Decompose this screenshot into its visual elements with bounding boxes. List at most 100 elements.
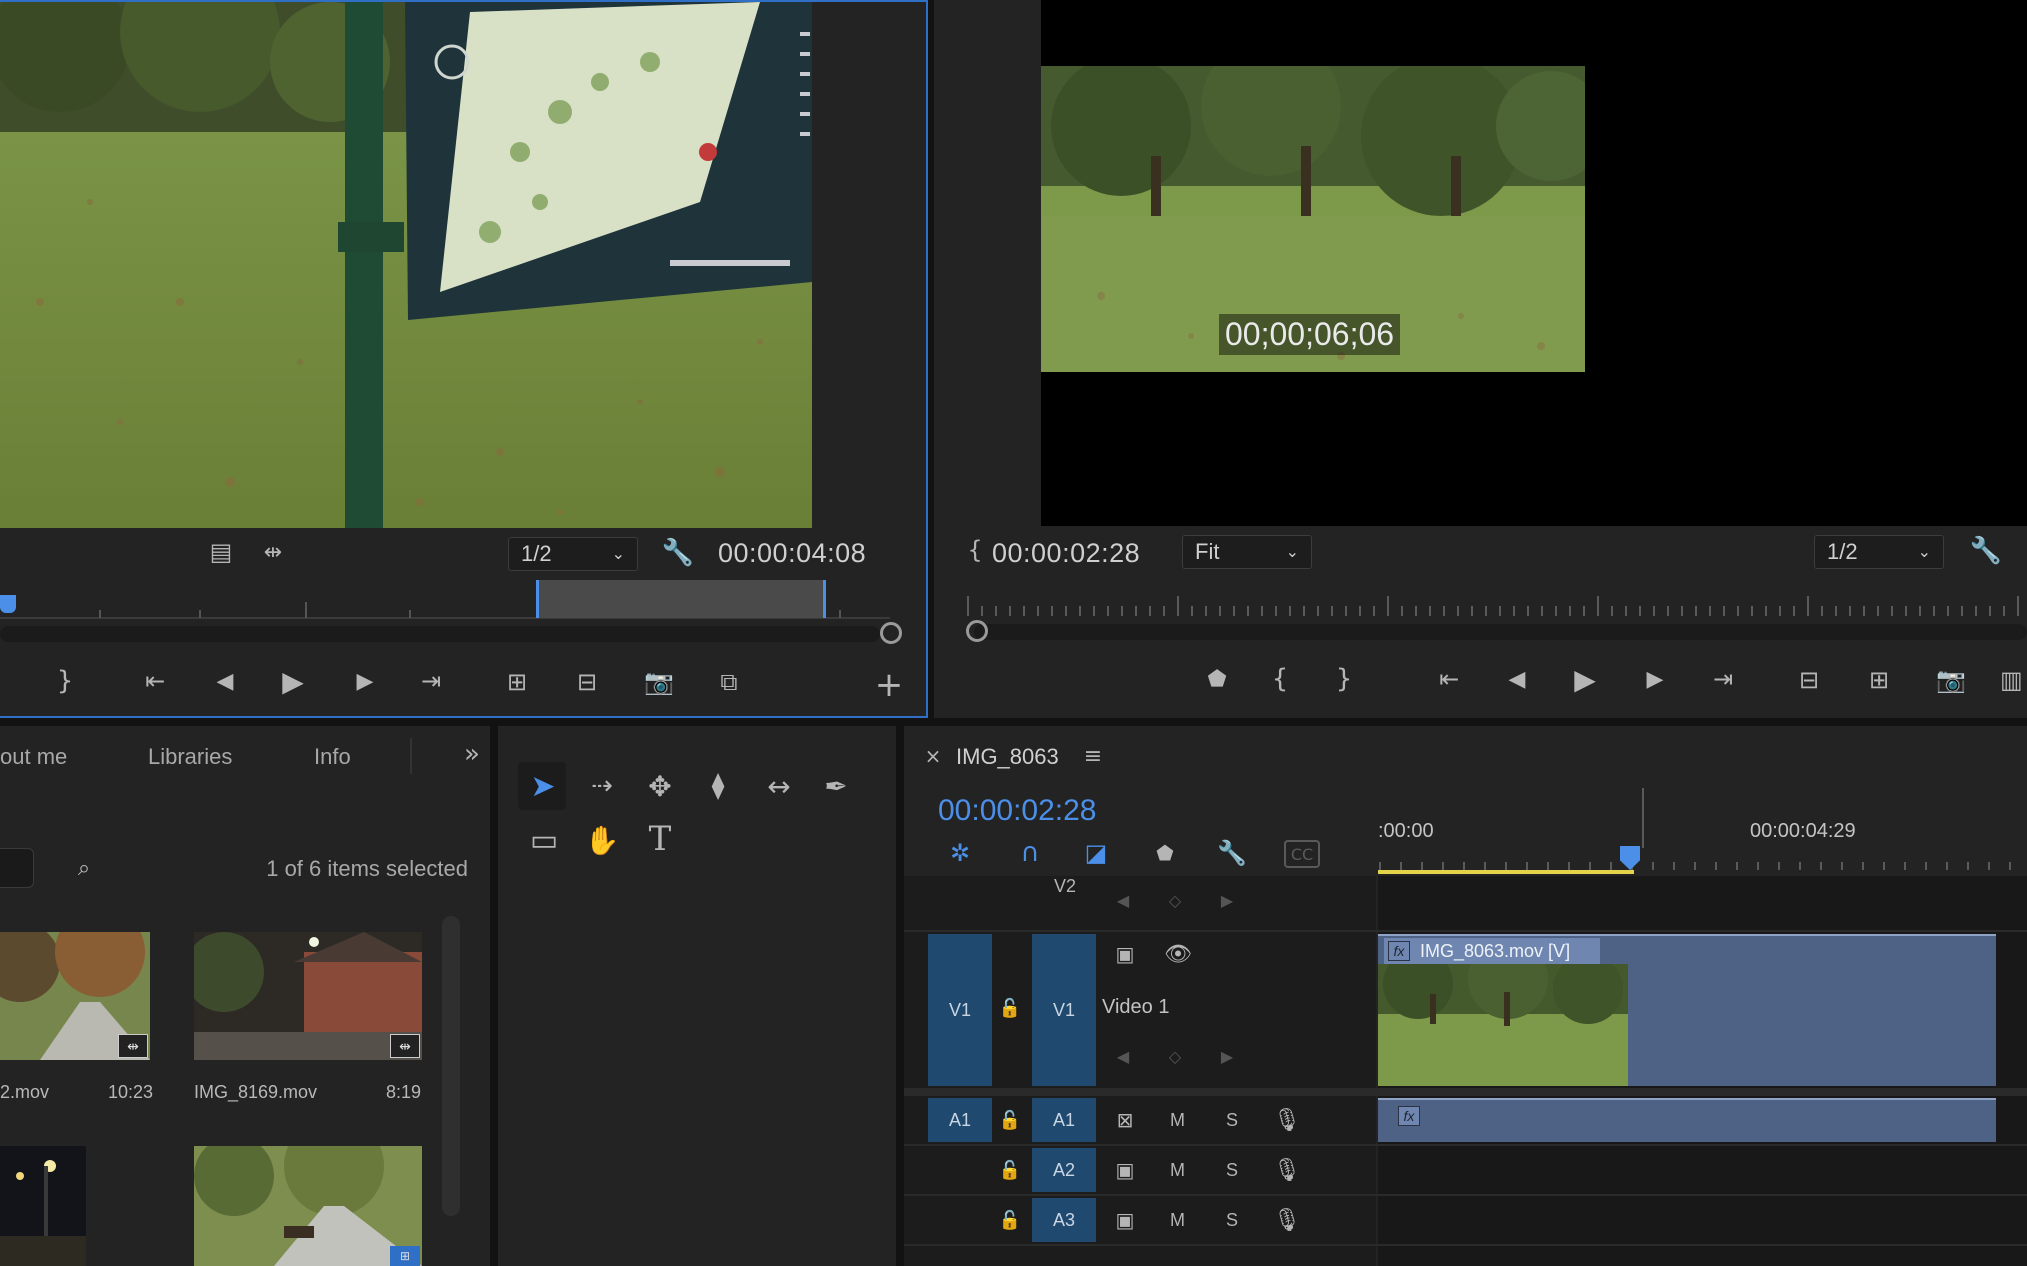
track-select-tool-icon[interactable]: ⇢	[582, 768, 622, 804]
go-to-out-icon[interactable]: ⇥	[1706, 664, 1740, 694]
source-patch-a1[interactable]: A1	[928, 1098, 992, 1142]
program-in-timecode[interactable]: 00:00:02:28	[992, 538, 1140, 569]
toggle-sync-icon[interactable]: ▣	[1110, 940, 1140, 968]
source-zoom-dropdown[interactable]: 1/2 ⌄	[508, 537, 638, 571]
comparison-view-icon[interactable]: ▥	[2000, 664, 2027, 696]
solo-button[interactable]: S	[1226, 1160, 1238, 1181]
track-target-a3[interactable]: A3	[1032, 1198, 1096, 1242]
lock-icon[interactable]: 🔓	[998, 1206, 1022, 1234]
keyframe-icon[interactable]: ◇	[1166, 1046, 1184, 1066]
mute-button[interactable]: M	[1170, 1110, 1185, 1131]
lock-icon[interactable]: 🔓	[998, 1156, 1022, 1184]
program-zoom-handle[interactable]	[966, 620, 988, 642]
timeline-ruler[interactable]	[1378, 854, 2027, 878]
video-clip[interactable]: fx IMG_8063.mov [V]	[1378, 934, 1996, 1086]
lock-icon[interactable]: 🔓	[998, 994, 1022, 1022]
track-target-a1[interactable]: A1	[1032, 1098, 1096, 1142]
timeline-settings-wrench-icon[interactable]: 🔧	[1216, 838, 1248, 868]
linked-selection-icon[interactable]: ◪	[1080, 838, 1112, 868]
pen-tool-icon[interactable]: ✒	[816, 768, 856, 804]
previous-keyframe-icon[interactable]: ◀	[1114, 1044, 1132, 1068]
wrench-icon[interactable]: 🔧	[1970, 535, 2002, 567]
project-search-input[interactable]	[0, 848, 34, 888]
scroll-track[interactable]	[0, 626, 880, 642]
play-icon[interactable]: ▶	[1568, 662, 1602, 696]
step-forward-icon[interactable]: ▶	[348, 666, 382, 696]
track-v2-label[interactable]: V2	[1054, 876, 1076, 897]
insert-icon[interactable]: ⊞	[498, 666, 536, 698]
timeline-timecode[interactable]: 00:00:02:28	[938, 794, 1096, 828]
fx-badge[interactable]: fx	[1398, 1106, 1420, 1126]
hand-tool-icon[interactable]: ✋	[582, 822, 622, 858]
tab-libraries[interactable]: Libraries	[148, 744, 232, 770]
rectangle-tool-icon[interactable]: ▭	[524, 822, 564, 858]
solo-button[interactable]: S	[1226, 1210, 1238, 1231]
track-target-v1[interactable]: V1	[1032, 934, 1096, 1086]
voiceover-mic-icon[interactable]: 🎙	[1273, 1106, 1301, 1134]
export-frame-camera-icon[interactable]: 📷	[642, 666, 676, 698]
sequence-tab-name[interactable]: IMG_8063	[956, 744, 1059, 770]
mute-button[interactable]: M	[1170, 1210, 1185, 1231]
zoom-handle[interactable]	[880, 622, 902, 644]
more-panels-chevron-icon[interactable]: »	[458, 738, 486, 770]
mark-out-icon[interactable]: }	[1334, 664, 1354, 694]
drop-frame-icon[interactable]: ▤	[206, 537, 236, 567]
eye-icon[interactable]: 👁	[1162, 940, 1194, 968]
solo-button[interactable]: S	[1226, 1110, 1238, 1131]
go-to-in-icon[interactable]: ⇤	[1432, 664, 1466, 694]
lock-icon[interactable]: 🔓	[998, 1106, 1022, 1134]
go-to-out-icon[interactable]: ⇥	[414, 666, 448, 696]
step-back-icon[interactable]: ◀	[1500, 664, 1534, 694]
find-bin-icon[interactable]: ⌕	[68, 854, 100, 882]
source-patch-v1[interactable]: V1	[928, 934, 992, 1086]
selection-tool-icon[interactable]: ➤	[524, 766, 562, 806]
type-tool-icon[interactable]: T	[640, 819, 680, 859]
program-fit-dropdown[interactable]: Fit ⌄	[1182, 535, 1312, 569]
ripple-edit-tool-icon[interactable]: ✥	[640, 768, 680, 804]
mark-out-icon[interactable]: }	[50, 666, 80, 696]
step-forward-icon[interactable]: ▶	[1638, 664, 1672, 694]
mark-in-icon[interactable]: {	[1270, 664, 1290, 694]
clip-thumbnail[interactable]: ⇹	[0, 932, 150, 1060]
audio-clip[interactable]: fx	[1378, 1098, 1996, 1142]
clip-thumbnail[interactable]: ⊞	[194, 1146, 422, 1266]
program-scroll-track[interactable]	[974, 624, 2027, 640]
source-timecode[interactable]: 00:00:04:08	[718, 538, 866, 569]
wrench-icon[interactable]: 🔧	[662, 537, 694, 569]
source-video-frame[interactable]	[0, 2, 812, 528]
voiceover-mic-icon[interactable]: 🎙	[1273, 1206, 1301, 1234]
slip-tool-icon[interactable]: ↔	[756, 768, 802, 804]
add-marker-icon[interactable]: ⬟	[1150, 838, 1180, 868]
lift-icon[interactable]: ⊟	[1790, 664, 1828, 696]
close-icon[interactable]: ×	[922, 744, 944, 768]
export-frame-camera-icon[interactable]: 📷	[1934, 664, 1968, 696]
add-marker-icon[interactable]: ⬟	[1202, 664, 1232, 694]
tab-about-me[interactable]: out me	[0, 744, 67, 770]
track-name-video-1[interactable]: Video 1	[1102, 996, 1169, 1019]
toggle-sync-icon[interactable]: ▣	[1110, 1156, 1140, 1184]
voiceover-mic-icon[interactable]: 🎙	[1273, 1156, 1301, 1184]
program-zoom-dropdown[interactable]: 1/2 ⌄	[1814, 535, 1944, 569]
thumbnail-scrollbar[interactable]	[442, 916, 460, 1216]
next-keyframe-icon[interactable]: ▶	[1218, 888, 1236, 912]
next-keyframe-icon[interactable]: ▶	[1218, 1044, 1236, 1068]
work-area-bar[interactable]	[1378, 870, 1634, 874]
add-button-icon[interactable]: +	[872, 665, 906, 705]
play-icon[interactable]: ▶	[276, 664, 310, 698]
fx-badge[interactable]: fx	[1388, 941, 1410, 961]
toggle-sync-off-icon[interactable]: ⊠	[1110, 1106, 1140, 1134]
nest-toggle-icon[interactable]: ✲	[944, 838, 976, 868]
overwrite-icon[interactable]: ⊟	[568, 666, 606, 698]
hamburger-menu-icon[interactable]: ≡	[1080, 742, 1106, 770]
previous-keyframe-icon[interactable]: ◀	[1114, 888, 1132, 912]
mute-button[interactable]: M	[1170, 1160, 1185, 1181]
razor-tool-icon[interactable]: ⧫	[698, 768, 738, 804]
go-to-in-icon[interactable]: ⇤	[138, 666, 172, 696]
track-target-a2[interactable]: A2	[1032, 1148, 1096, 1192]
program-time-ruler[interactable]	[962, 594, 2027, 618]
extract-icon[interactable]: ⊞	[1860, 664, 1898, 696]
snap-magnet-icon[interactable]: ∩	[1014, 838, 1046, 868]
clip-thumbnail[interactable]: ⇹	[194, 932, 422, 1060]
captions-icon[interactable]: CC	[1284, 840, 1320, 868]
clip-thumbnail[interactable]	[0, 1146, 86, 1266]
